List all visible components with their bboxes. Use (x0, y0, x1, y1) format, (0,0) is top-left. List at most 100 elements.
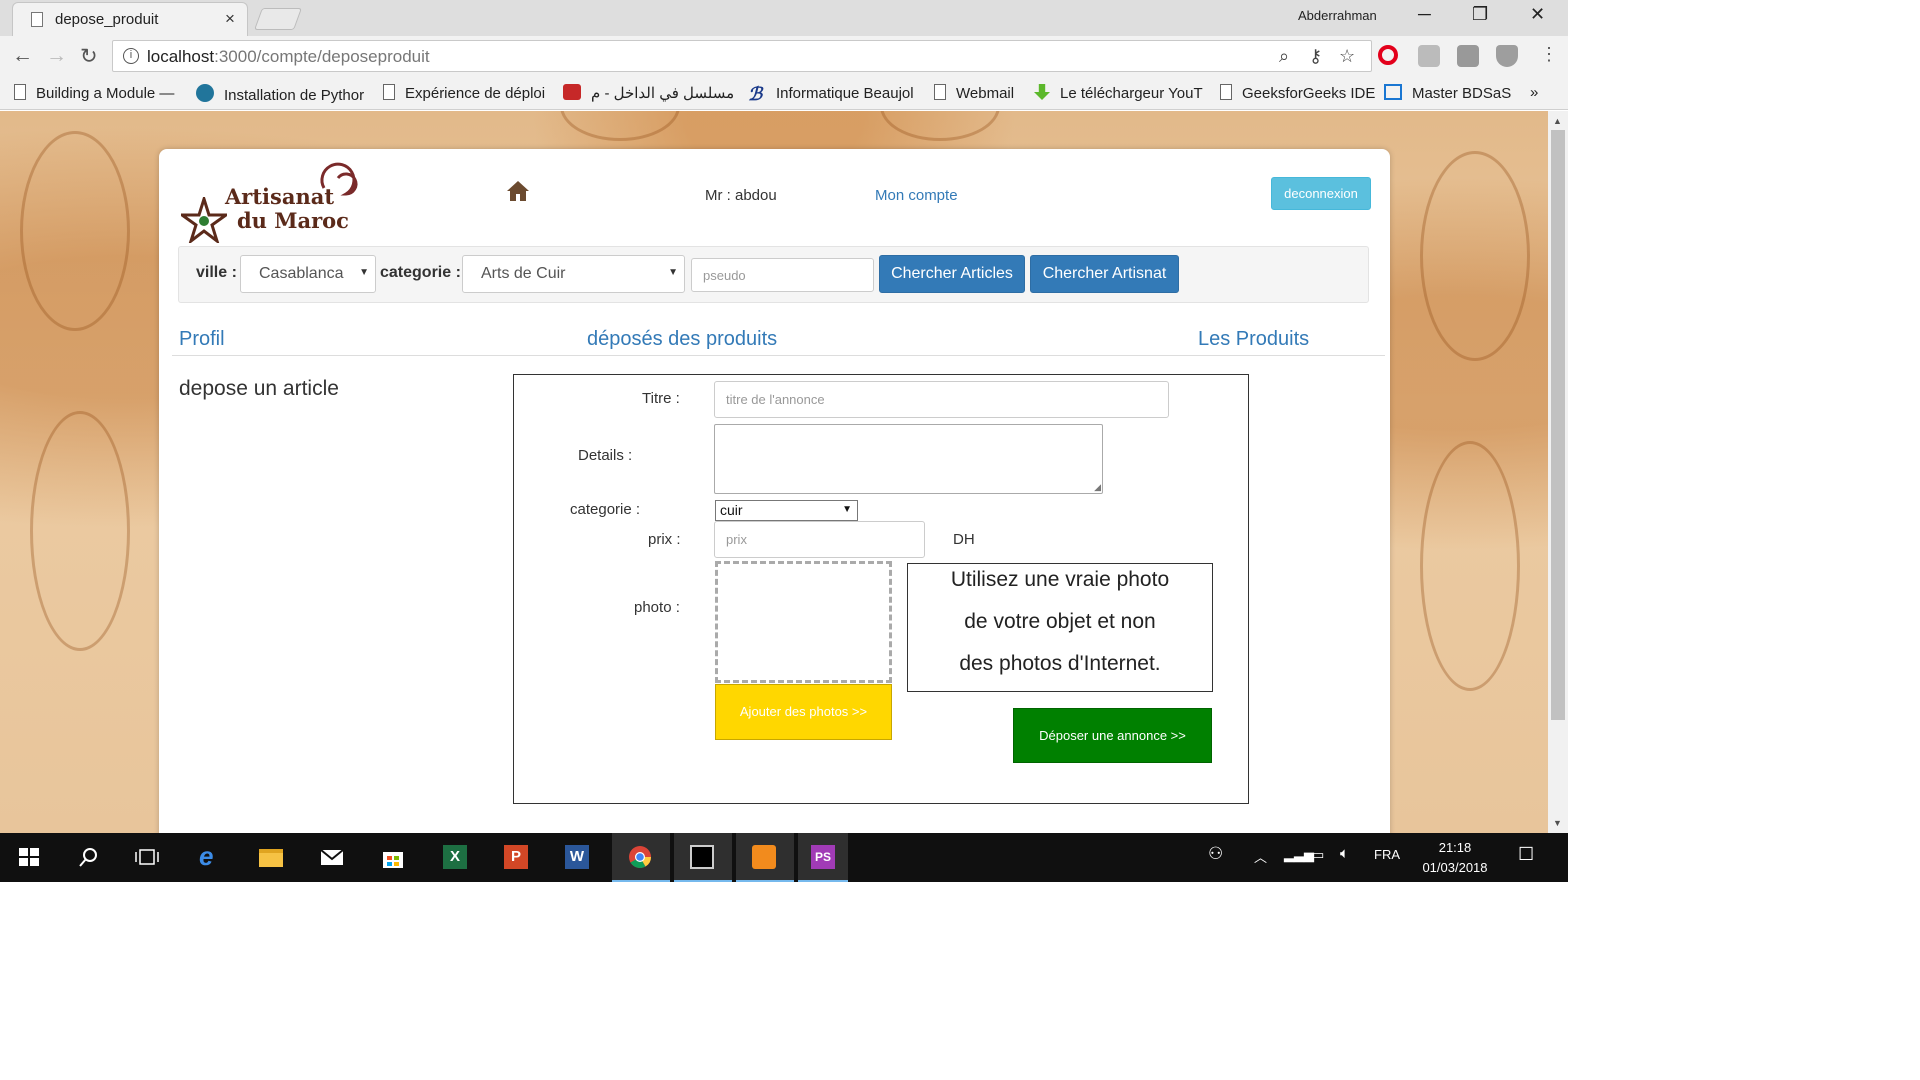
price-input[interactable]: prix (714, 521, 925, 558)
scrollbar-thumb[interactable] (1551, 130, 1565, 720)
city-label: ville : (196, 264, 237, 281)
task-view-button[interactable] (122, 833, 172, 882)
language-indicator[interactable]: FRA (1374, 847, 1400, 862)
bookmark-item[interactable]: Installation de Pythor (196, 84, 364, 104)
download-arrow-icon (1034, 84, 1050, 100)
taskbar-app-chrome[interactable] (612, 833, 670, 882)
ornament-decoration (20, 131, 130, 331)
logo-text: Artisanat (225, 184, 335, 209)
taskbar-app-word[interactable]: W (552, 833, 602, 882)
reload-icon[interactable]: ↻ (80, 44, 98, 69)
taskbar-app-pdf[interactable] (736, 833, 794, 882)
battery-icon[interactable]: ▭ (1312, 847, 1324, 863)
excel-icon: X (443, 845, 467, 869)
start-button[interactable] (4, 833, 54, 882)
category-field-value: cuir (720, 502, 743, 518)
mail-icon (320, 849, 344, 865)
restore-button[interactable]: ❐ (1472, 4, 1488, 25)
close-window-button[interactable]: ✕ (1530, 4, 1545, 25)
photo-dropzone[interactable] (715, 561, 892, 683)
search-artisan-button[interactable]: Chercher Artisnat (1030, 255, 1179, 293)
taskbar-app-edge[interactable]: e (186, 833, 236, 882)
tab-profile[interactable]: Profil (179, 328, 225, 351)
bookmark-label: Le téléchargeur YouT (1060, 85, 1203, 102)
submit-listing-button[interactable]: Déposer une annonce >> (1013, 708, 1212, 763)
url-text[interactable]: localhost:3000/compte/deposeproduit (147, 47, 430, 67)
menu-dots-icon[interactable]: ⋮ (1540, 44, 1558, 65)
url-host: localhost (147, 47, 215, 66)
info-icon[interactable]: i (123, 48, 139, 64)
extension-icon[interactable] (1418, 45, 1440, 67)
opera-icon[interactable] (1378, 45, 1398, 65)
taskbar-app-store[interactable] (368, 833, 418, 882)
bookmark-item[interactable]: Building a Module — (14, 84, 174, 102)
forward-arrow-icon[interactable]: → (46, 44, 67, 68)
account-link[interactable]: Mon compte (875, 187, 958, 204)
people-icon[interactable]: ⚇ (1208, 844, 1223, 864)
taskbar-app-terminal[interactable] (674, 833, 732, 882)
new-tab-button[interactable] (253, 8, 303, 30)
taskbar-app-mail[interactable] (307, 833, 357, 882)
doc-icon (1220, 84, 1232, 100)
logout-button[interactable]: deconnexion (1271, 177, 1371, 210)
chevron-down-icon: ▼ (842, 504, 852, 515)
search-articles-button[interactable]: Chercher Articles (879, 255, 1025, 293)
add-photos-button[interactable]: Ajouter des photos >> (715, 684, 892, 740)
city-select[interactable]: Casablanca ▼ (240, 255, 376, 293)
calendar-icon (1384, 84, 1402, 100)
star-icon[interactable]: ☆ (1339, 46, 1355, 67)
bookmark-label: مسلسل في الداخل - م (591, 85, 735, 102)
bookmark-item[interactable]: GeeksforGeeks IDE (1220, 84, 1375, 102)
zoom-icon[interactable]: ⌕ (1279, 46, 1289, 67)
resize-grip-icon[interactable]: ◢ (1094, 482, 1101, 493)
chevron-down-icon: ▼ (359, 267, 369, 278)
extension-icon[interactable] (1457, 45, 1479, 67)
tab-close-icon[interactable]: × (225, 9, 235, 29)
category-select[interactable]: Arts de Cuir ▼ (462, 255, 685, 293)
home-icon[interactable] (506, 180, 530, 202)
taskbar-app-phpstorm[interactable]: PS (798, 833, 848, 882)
ornament-decoration (1420, 151, 1530, 361)
clock-time: 21:18 (1438, 840, 1472, 855)
scroll-up-icon[interactable]: ▲ (1553, 116, 1562, 126)
moroccan-star-logo-icon (181, 197, 227, 243)
address-bar[interactable]: i localhost:3000/compte/deposeproduit ⌕ … (112, 40, 1372, 72)
bookmark-item[interactable]: Expérience de déploi (383, 84, 545, 102)
key-icon[interactable]: ⚷ (1309, 46, 1322, 67)
currency-label: DH (953, 531, 975, 548)
scroll-down-icon[interactable]: ▼ (1553, 818, 1562, 828)
browser-tabbar: depose_produit × Abderrahman ─ ❐ ✕ (0, 0, 1568, 36)
back-arrow-icon[interactable]: ← (12, 44, 33, 68)
shield-icon[interactable] (1496, 45, 1518, 67)
page-doc-icon (31, 12, 43, 27)
bookmark-item[interactable]: Webmail (934, 84, 1014, 102)
tab-products[interactable]: Les Produits (1198, 328, 1309, 351)
taskbar-app-excel[interactable]: X (430, 833, 480, 882)
title-input[interactable]: titre de l'annonce (714, 381, 1169, 418)
browser-toolbar: ← → ↻ i localhost:3000/compte/deposeprod… (0, 36, 1568, 78)
details-textarea[interactable]: ◢ (714, 424, 1103, 494)
bookmarks-overflow-icon[interactable]: » (1530, 84, 1538, 101)
bookmark-item[interactable]: مسلسل في الداخل - م (563, 84, 734, 102)
tab-deposited-products[interactable]: déposés des produits (587, 328, 777, 351)
taskbar-app-explorer[interactable] (246, 833, 296, 882)
taskbar-clock[interactable]: 21:18 01/03/2018 (1416, 838, 1494, 878)
chevron-up-icon[interactable]: ︿ (1254, 847, 1267, 866)
powerpoint-icon: P (504, 845, 528, 869)
bookmark-item[interactable]: Le téléchargeur YouT (1034, 84, 1203, 102)
volume-icon[interactable]: 🔈︎ (1340, 845, 1349, 862)
minimize-button[interactable]: ─ (1418, 4, 1431, 25)
taskbar-app-powerpoint[interactable]: P (491, 833, 541, 882)
bookmarks-bar: Building a Module — Installation de Pyth… (0, 78, 1568, 110)
browser-tab-active[interactable]: depose_produit × (12, 2, 248, 36)
bookmark-item[interactable]: ℬ Informatique Beaujol (748, 84, 914, 104)
profile-name[interactable]: Abderrahman (1298, 8, 1377, 23)
pseudo-input[interactable]: pseudo (691, 258, 874, 292)
clock-date: 01/03/2018 (1422, 860, 1488, 875)
network-icon[interactable]: ▂▃▅ (1284, 847, 1314, 863)
taskbar-search-button[interactable] (64, 833, 114, 882)
category-field-select[interactable]: cuir ▼ (715, 500, 858, 521)
notifications-icon[interactable]: ☐ (1518, 844, 1534, 865)
ornament-decoration (30, 411, 130, 651)
bookmark-item[interactable]: Master BDSaS (1384, 84, 1511, 102)
